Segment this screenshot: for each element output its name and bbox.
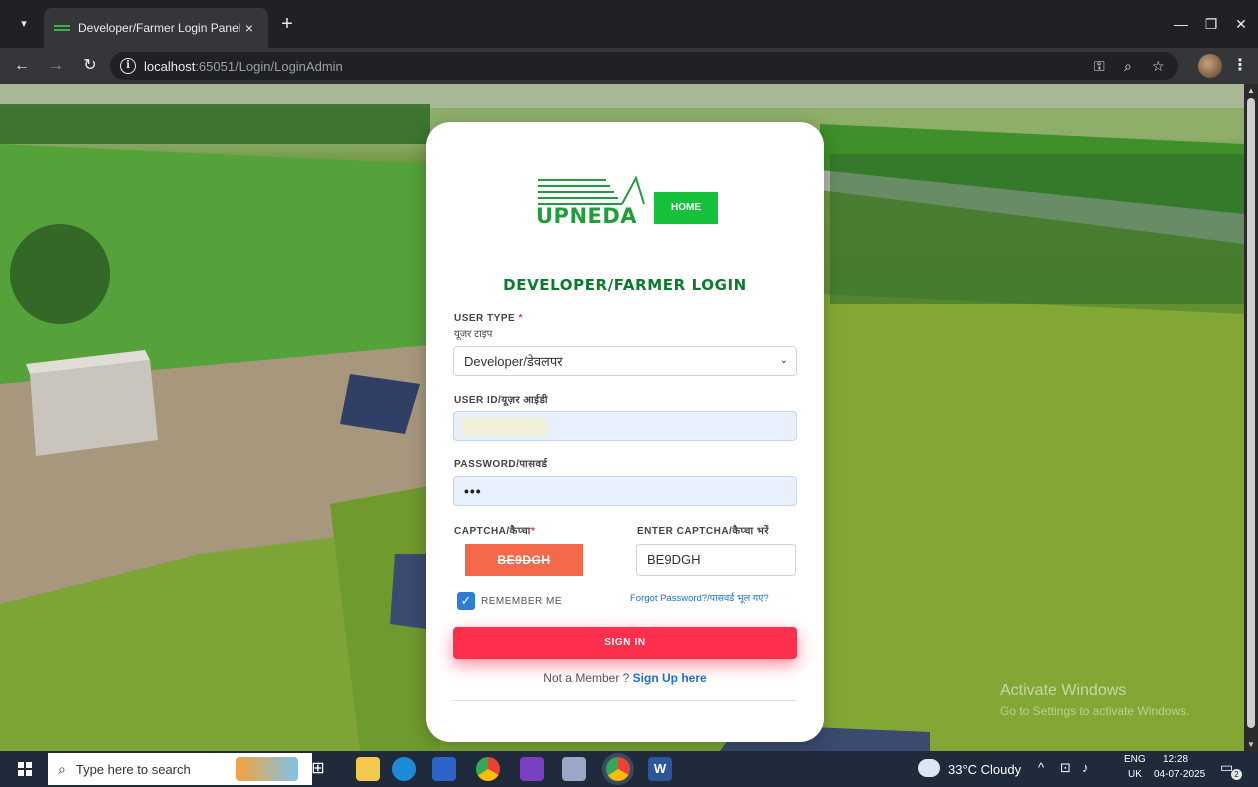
edge-icon[interactable] <box>392 757 416 781</box>
activate-windows-subtext: Go to Settings to activate Windows. <box>1000 704 1190 718</box>
weather-text[interactable]: 33°C Cloudy <box>948 762 1021 777</box>
clock-date[interactable]: 04-07-2025 <box>1154 769 1205 780</box>
word-icon[interactable]: W <box>648 757 672 781</box>
remember-me-checkbox[interactable]: ✓ <box>457 592 475 610</box>
user-type-selected-value: Developer/डेवलपर <box>464 354 563 369</box>
back-icon[interactable]: ← <box>10 54 34 78</box>
clock-time[interactable]: 12:28 <box>1163 754 1188 765</box>
login-card: UPNEDA HOME DEVELOPER/FARMER LOGIN USER … <box>426 122 824 742</box>
site-info-icon[interactable]: i <box>120 58 136 74</box>
password-key-icon[interactable]: ⚿ <box>1094 58 1105 75</box>
taskbar-search-placeholder: Type here to search <box>75 761 191 777</box>
file-explorer-icon[interactable] <box>356 757 380 781</box>
password-label: PASSWORD/पासवर्ड <box>454 459 548 470</box>
upneda-logo: UPNEDA <box>536 174 646 228</box>
user-id-redacted-value <box>462 418 548 436</box>
site-favicon-icon <box>54 23 70 33</box>
search-highlight-icon[interactable] <box>236 757 298 781</box>
zoom-icon[interactable]: ⌕ <box>1124 58 1132 75</box>
chrome-active-icon[interactable] <box>606 757 630 781</box>
user-type-select[interactable]: Developer/डेवलपर ⌄ <box>453 346 797 376</box>
forgot-password-link[interactable]: Forgot Password?/पासवर्ड भूल गए? <box>630 591 769 604</box>
enter-captcha-label: ENTER CAPTCHA/कैप्चा भरें <box>637 526 769 537</box>
windows-taskbar: ⌕ Type here to search ⊞ W 33°C Cloudy ^ … <box>0 751 1258 787</box>
language-top[interactable]: ENG <box>1124 754 1146 765</box>
task-view-icon[interactable]: ⊞ <box>306 757 330 781</box>
weather-cloud-icon[interactable] <box>918 759 940 777</box>
restore-icon[interactable]: ❐ <box>1196 12 1226 36</box>
scroll-down-icon[interactable]: ▼ <box>1247 740 1255 749</box>
url-host: localhost <box>144 58 196 74</box>
signup-prompt: Not a Member ? Sign Up here <box>543 671 707 685</box>
network-icon[interactable]: ⊡ <box>1060 760 1071 776</box>
scroll-up-icon[interactable]: ▲ <box>1247 86 1255 95</box>
scrollbar-thumb[interactable] <box>1247 98 1255 728</box>
forward-icon[interactable]: → <box>44 54 68 78</box>
tab-close-icon[interactable]: × <box>240 20 258 36</box>
password-masked-value: ••• <box>464 483 482 499</box>
profile-avatar[interactable] <box>1198 54 1222 78</box>
volume-icon[interactable]: ♪ <box>1082 760 1089 775</box>
reload-icon[interactable]: ↻ <box>78 54 102 78</box>
captcha-label: CAPTCHA/कैप्चा* <box>454 526 536 537</box>
browser-toolbar: ← → ↻ i localhost:65051/Login/LoginAdmin… <box>0 48 1258 84</box>
page-viewport: Activate Windows Go to Settings to activ… <box>0 84 1258 751</box>
windows-start-icon[interactable] <box>18 762 32 776</box>
captcha-image: BE9DGH <box>465 544 583 576</box>
login-title: DEVELOPER/FARMER LOGIN <box>503 276 747 294</box>
language-bottom[interactable]: UK <box>1128 769 1142 780</box>
store-icon[interactable] <box>432 757 456 781</box>
address-bar[interactable]: i localhost:65051/Login/LoginAdmin ⚿ ⌕ ☆ <box>110 52 1178 80</box>
tray-overflow-chevron-icon[interactable]: ^ <box>1038 760 1044 775</box>
captcha-input[interactable]: BE9DGH <box>636 544 796 576</box>
chrome-icon[interactable] <box>476 757 500 781</box>
chevron-down-icon: ⌄ <box>779 355 788 366</box>
notification-count-badge: 2 <box>1231 769 1242 780</box>
card-divider <box>453 700 797 701</box>
browser-tab-bar: ▾ Developer/Farmer Login Panel × + — ❐ ✕ <box>0 0 1258 48</box>
user-id-label: USER ID/यूज़र आईडी <box>454 395 548 406</box>
browser-menu-icon[interactable]: ⋮ <box>1230 54 1250 78</box>
remember-me-label: REMEMBER ME <box>481 596 563 607</box>
user-type-hindi-label: यूजर टाइप <box>454 329 493 340</box>
sign-in-button[interactable]: SIGN IN <box>453 627 797 659</box>
search-icon: ⌕ <box>58 760 66 777</box>
sign-up-link[interactable]: Sign Up here <box>633 671 707 685</box>
url-path: :65051/Login/LoginAdmin <box>195 58 343 74</box>
page-scrollbar[interactable]: ▲ ▼ <box>1244 84 1258 751</box>
user-id-input[interactable] <box>453 411 797 441</box>
logo-wordmark: UPNEDA <box>536 204 638 228</box>
tab-title: Developer/Farmer Login Panel <box>78 21 240 35</box>
sql-server-icon[interactable] <box>562 757 586 781</box>
window-close-icon[interactable]: ✕ <box>1226 12 1256 36</box>
browser-tab-active[interactable]: Developer/Farmer Login Panel × <box>44 8 268 48</box>
password-input[interactable]: ••• <box>453 476 797 506</box>
visual-studio-icon[interactable] <box>520 757 544 781</box>
bookmark-star-icon[interactable]: ☆ <box>1152 58 1165 75</box>
checkmark-icon: ✓ <box>460 593 472 608</box>
home-button[interactable]: HOME <box>654 192 718 224</box>
minimize-icon[interactable]: — <box>1166 12 1196 36</box>
new-tab-icon[interactable]: + <box>276 14 298 36</box>
activate-windows-watermark: Activate Windows <box>1000 682 1127 699</box>
tab-search-chevron-icon[interactable]: ▾ <box>14 14 34 34</box>
user-type-label: USER TYPE * <box>454 313 523 324</box>
